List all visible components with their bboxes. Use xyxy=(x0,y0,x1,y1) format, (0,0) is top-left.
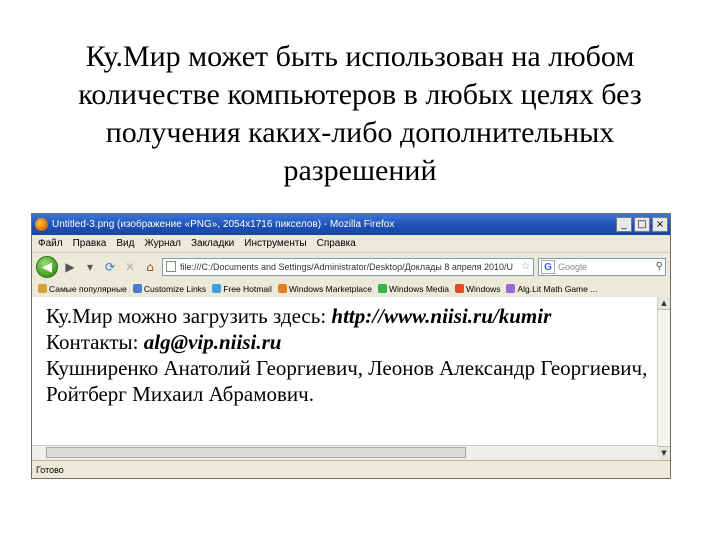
scroll-down-icon[interactable]: ▼ xyxy=(658,446,670,459)
bookmark-label: Free Hotmail xyxy=(223,283,272,294)
bookmark-icon xyxy=(132,284,142,293)
slide-title-line: разрешений xyxy=(283,154,437,187)
window-controls: _ □ × xyxy=(616,217,668,232)
bookmark-item[interactable]: Windows xyxy=(454,283,501,294)
bookmark-icon xyxy=(377,284,387,293)
horizontal-scrollbar[interactable] xyxy=(32,445,658,459)
contact-email[interactable]: alg@vip.niisi.ru xyxy=(144,330,282,354)
page-content: Ку.Мир можно загрузить здесь: http://www… xyxy=(32,297,658,459)
slide-title: Ку.Мир может быть использован на любом к… xyxy=(20,38,700,190)
bookmark-item[interactable]: Customize Links xyxy=(132,283,207,294)
bookmark-item[interactable]: Free Hotmail xyxy=(212,284,272,294)
download-line: Ку.Мир можно загрузить здесь: http://www… xyxy=(32,303,658,329)
url-text: file:///C:/Documents and Settings/Admini… xyxy=(180,261,514,272)
star-icon[interactable]: ☆ xyxy=(521,261,530,272)
page-icon xyxy=(166,261,176,272)
authors-line-2: Ройтберг Михаил Абрамович. xyxy=(46,382,314,406)
bookmark-label: Alg.Lit Math Game ... xyxy=(517,283,598,294)
history-dropdown-icon[interactable]: ▾ xyxy=(82,259,98,275)
menu-file[interactable]: Файл xyxy=(38,238,63,249)
menu-view[interactable]: Вид xyxy=(116,238,134,249)
menu-help[interactable]: Справка xyxy=(317,238,356,249)
contacts-text: Контакты: xyxy=(46,330,144,354)
firefox-icon xyxy=(35,218,48,231)
bookmark-item[interactable]: Alg.Lit Math Game ... xyxy=(506,284,597,294)
stop-icon[interactable]: ✕ xyxy=(122,259,138,275)
browser-window: Untitled-3.png (изображение «PNG», 2054x… xyxy=(31,213,671,479)
search-placeholder: Google xyxy=(558,261,588,272)
search-box[interactable]: G Google ⚲ xyxy=(538,257,666,276)
menu-tools[interactable]: Инструменты xyxy=(244,238,306,249)
navigation-toolbar: ◀ ▶ ▾ ⟳ ✕ ⌂ file:///C:/Documents and Set… xyxy=(32,253,670,280)
bookmark-item[interactable]: Windows Media xyxy=(377,283,449,294)
download-text: Ку.Мир можно загрузить здесь: xyxy=(46,304,332,328)
maximize-button[interactable]: □ xyxy=(634,217,650,232)
bookmark-item[interactable]: Windows Marketplace xyxy=(277,283,372,294)
menu-edit[interactable]: Правка xyxy=(73,238,107,249)
bookmark-icon xyxy=(454,284,464,293)
bookmark-item[interactable]: Самые популярные xyxy=(38,284,127,294)
bookmark-label: Customize Links xyxy=(143,283,207,294)
bookmark-label: Windows xyxy=(465,283,501,294)
reload-icon[interactable]: ⟳ xyxy=(102,259,118,275)
menu-history[interactable]: Журнал xyxy=(144,238,181,249)
search-icon[interactable]: ⚲ xyxy=(656,261,663,272)
menu-bar: Файл Правка Вид Журнал Закладки Инструме… xyxy=(32,235,670,253)
bookmark-label: Самые популярные xyxy=(49,283,127,294)
contacts-line: Контакты: alg@vip.niisi.ru xyxy=(32,329,658,355)
scroll-up-icon[interactable]: ▲ xyxy=(658,297,670,310)
status-text: Готово xyxy=(36,464,64,475)
download-link[interactable]: http://www.niisi.ru/kumir xyxy=(331,304,551,328)
slide-title-line: количестве компьютеров в любых целях без xyxy=(78,78,642,111)
authors-line: Кушниренко Анатолий Георгиевич, Леонов А… xyxy=(46,356,648,380)
slide-title-line: Ку.Мир может быть использован на любом xyxy=(85,40,635,73)
minimize-button[interactable]: _ xyxy=(616,217,632,232)
bookmark-label: Windows Marketplace xyxy=(288,283,372,294)
slide-title-line: получения каких-либо дополнительных xyxy=(105,116,615,149)
bookmark-icon xyxy=(277,284,287,293)
bookmarks-toolbar: Самые популярные Customize Links Free Ho… xyxy=(32,280,670,298)
horizontal-scroll-thumb[interactable] xyxy=(46,447,466,458)
bookmark-icon xyxy=(506,284,516,293)
bookmark-icon xyxy=(212,284,222,293)
home-icon[interactable]: ⌂ xyxy=(142,259,158,275)
back-arrow-icon[interactable]: ◀ xyxy=(36,255,58,278)
close-button[interactable]: × xyxy=(652,217,668,232)
address-bar[interactable]: file:///C:/Documents and Settings/Admini… xyxy=(162,257,534,276)
menu-bookmarks[interactable]: Закладки xyxy=(191,238,234,249)
window-title: Untitled-3.png (изображение «PNG», 2054x… xyxy=(52,219,395,230)
google-icon[interactable]: G xyxy=(541,259,555,274)
bookmark-icon xyxy=(38,284,47,293)
status-bar: Готово xyxy=(32,460,670,478)
window-titlebar[interactable]: Untitled-3.png (изображение «PNG», 2054x… xyxy=(32,214,670,235)
bookmark-label: Windows Media xyxy=(388,283,449,294)
forward-arrow-icon[interactable]: ▶ xyxy=(62,259,78,275)
vertical-scrollbar[interactable]: ▲ ▼ xyxy=(657,297,670,459)
